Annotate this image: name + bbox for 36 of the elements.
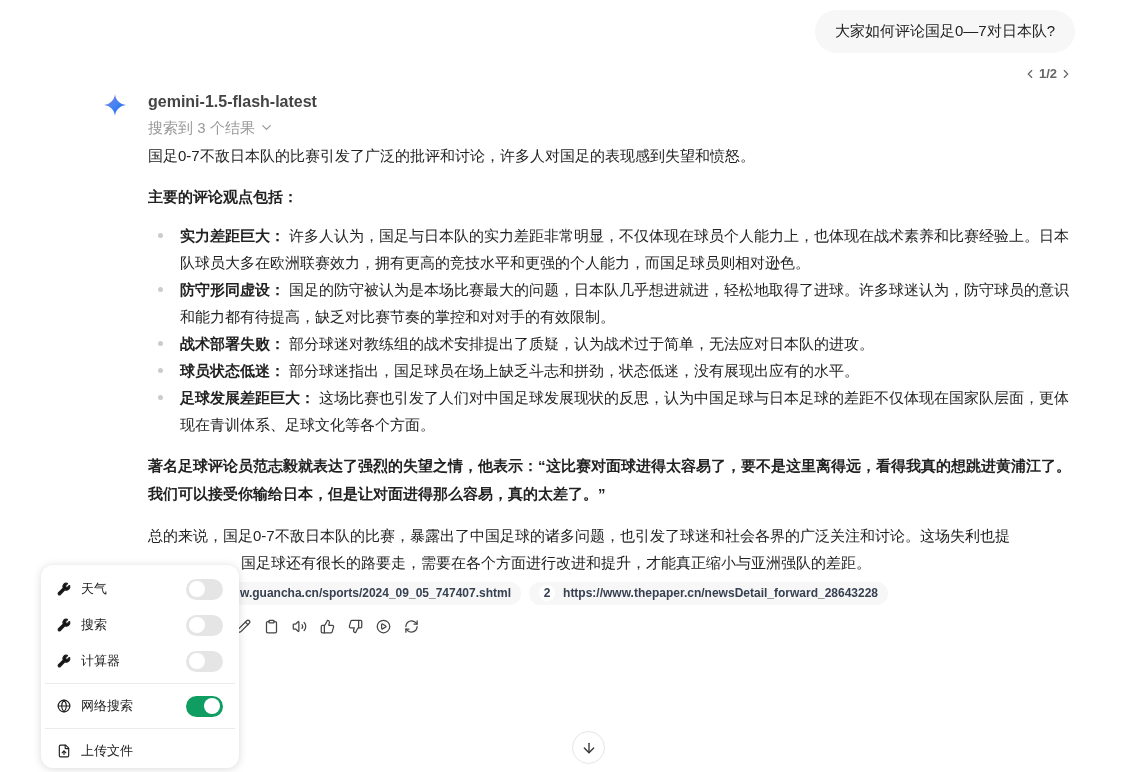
conclusion-line: 总的来说，国足0-7不敌日本队的比赛，暴露出了中国足球的诸多问题，也引发了球迷和社会各界的广泛关注和讨论。这场失利也提 xyxy=(148,525,1011,546)
toggle-switch[interactable] xyxy=(186,614,223,636)
clipboard-icon[interactable] xyxy=(264,618,279,634)
bullet-text: 实力差距巨大： 许多人认为，国足与日本队的实力差距非常明显，不仅体现在球员个人能力上，也体现在战术素养和比赛经验上。日本队球员大多在欧洲联赛效力，拥有更高的竞技水平和更强的个人能力，而国足球员则相对逊色。 xyxy=(180,225,1071,273)
conclusion-line: 国足球还有很长的路要走，需要在各个方面进行改进和提升，才能真正缩小与亚洲强队的差距。 xyxy=(240,552,872,573)
bullet-text: 球员状态低迷： 部分球迷指出，国足球员在场上缺乏斗志和拼劲，状态低迷，没有展现出应有的水平。 xyxy=(180,360,860,381)
refresh-icon[interactable] xyxy=(404,618,419,634)
pencil-icon[interactable] xyxy=(236,618,251,634)
user-message: 大家如何评论国足0—7对日本队? xyxy=(814,10,1075,53)
bullet-text: 战术部署失败： 部分球迷对教练组的战术安排提出了质疑，认为战术过于简单，无法应对日本队的进攻。 xyxy=(180,333,875,354)
page-counter: 1/2 xyxy=(1038,65,1057,83)
intro-paragraph: 国足0-7不敌日本队的比赛引发了广泛的批评和讨论，许多人对国足的表现感到失望和愤怒。 xyxy=(148,145,756,166)
wrench-icon xyxy=(57,618,71,632)
menu-item[interactable]: 上传文件 xyxy=(45,733,235,769)
model-name: gemini-1.5-flash-latest xyxy=(148,91,318,112)
sparkle-icon xyxy=(104,93,126,116)
toggle-switch[interactable] xyxy=(186,695,223,717)
speaker-icon[interactable] xyxy=(292,618,307,634)
wrench-icon xyxy=(57,654,71,668)
menu-item[interactable]: 搜索 xyxy=(45,607,235,643)
globe-icon xyxy=(57,699,71,713)
toggle-switch[interactable] xyxy=(186,650,223,672)
quote-paragraph: 著名足球评论员范志毅就表达了强烈的失望之情，他表示：“这比赛对面球进得太容易了，要不是这里离得远，看得我真的想跳进黄浦江了。我们可以接受你输给日本，但是让对面进得那么容易，真的太差了。” xyxy=(148,455,1072,504)
source-link[interactable]: 2 https://www.thepaper.cn/newsDetail_forward_28643228 xyxy=(529,581,889,605)
menu-item[interactable]: 计算器 xyxy=(45,643,235,679)
wrench-icon xyxy=(57,582,71,596)
menu-item[interactable]: 网络搜索 xyxy=(45,688,235,724)
bullet-text: 足球发展差距巨大： 这场比赛也引发了人们对中国足球发展现状的反思，认为中国足球与日本足球的差距不仅体现在国家队层面，更体现在青训体系、足球文化等各个方面。 xyxy=(180,387,1071,435)
bullet-text: 防守形同虚设： 国足的防守被认为是本场比赛最大的问题，日本队几乎想进就进，轻松地取得了进球。许多球迷认为，防守球员的意识和能力都有待提高，缺乏对比赛节奏的掌控和对对手的有效限制。 xyxy=(180,279,1071,327)
thumbs-down-icon[interactable] xyxy=(348,618,363,634)
scroll-down-button[interactable] xyxy=(572,731,605,764)
file-upload-icon xyxy=(57,744,71,758)
thumbs-up-icon[interactable] xyxy=(320,618,335,634)
toggle-switch[interactable] xyxy=(186,578,223,600)
section-heading: 主要的评论观点包括： xyxy=(148,186,299,207)
play-icon[interactable] xyxy=(376,618,391,634)
